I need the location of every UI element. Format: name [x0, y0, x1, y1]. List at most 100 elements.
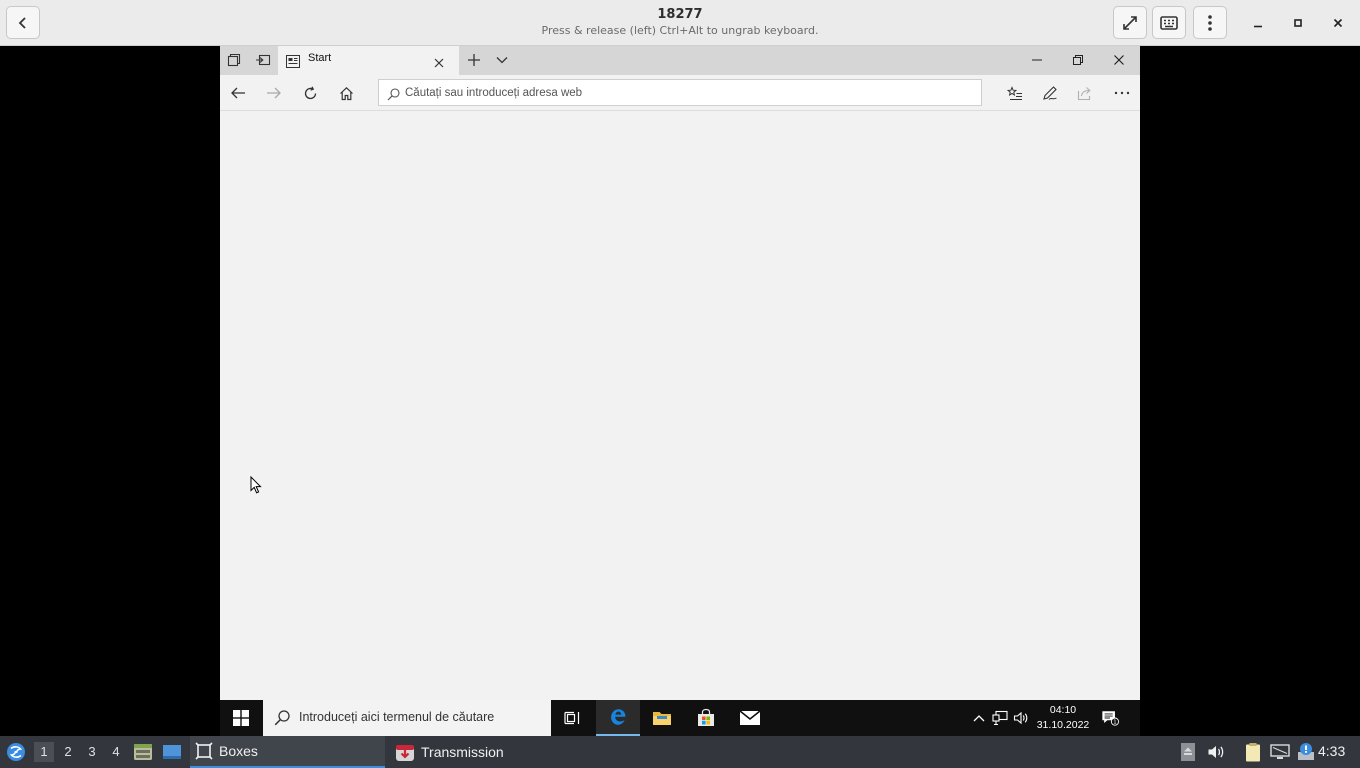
store-icon: [698, 708, 714, 726]
edge-logo-icon: [611, 709, 626, 725]
search-icon: [274, 710, 290, 730]
mail-button[interactable]: [728, 700, 772, 736]
eject-tray-icon[interactable]: [1178, 742, 1198, 762]
store-button[interactable]: [684, 700, 728, 736]
file-cabinet-icon: [134, 744, 152, 760]
tab-preview-button[interactable]: [493, 51, 511, 69]
close-icon: [1114, 55, 1124, 65]
taskbar-search-box[interactable]: Introduceți aici termenul de căutare: [263, 700, 551, 736]
workspace-3[interactable]: 3: [82, 742, 102, 762]
refresh-icon: [304, 86, 316, 99]
favorites-button[interactable]: [1005, 83, 1025, 103]
windows-taskbar: Introduceți aici termenul de căutare 04:…: [220, 700, 1140, 736]
task-transmission[interactable]: Transmission: [392, 736, 592, 768]
network-icon: [992, 710, 1008, 726]
home-button[interactable]: [336, 83, 356, 103]
menu-button[interactable]: [1193, 6, 1227, 39]
clock-date: 31.10.2022: [1036, 719, 1090, 731]
home-icon: [339, 86, 353, 100]
tab-label: Start: [308, 52, 332, 64]
restore-tabs-icon: [256, 54, 271, 66]
minimize-icon: [1032, 59, 1042, 61]
keyboard-button[interactable]: [1152, 6, 1186, 39]
distro-logo-icon: [7, 743, 25, 761]
close-button[interactable]: [1327, 12, 1349, 34]
forward-button[interactable]: [264, 83, 284, 103]
settings-more-button[interactable]: [1112, 83, 1132, 103]
task-boxes[interactable]: Boxes: [190, 736, 385, 768]
page-icon: [286, 53, 300, 72]
updates-tray-icon[interactable]: [1296, 742, 1316, 762]
workspace-4[interactable]: 4: [106, 742, 126, 762]
address-bar[interactable]: [378, 79, 982, 106]
minimize-icon: [1254, 25, 1262, 28]
transmission-app-icon: [395, 742, 415, 762]
file-explorer-button[interactable]: [640, 700, 684, 736]
display-tray-icon[interactable]: [1270, 742, 1290, 762]
tab-start[interactable]: Start: [278, 46, 459, 75]
chevron-up-icon: [973, 715, 985, 722]
volume-tray-icon[interactable]: [1206, 742, 1226, 762]
edge-minimize-button[interactable]: [1028, 51, 1046, 69]
favorites-icon: [1007, 85, 1022, 100]
edge-close-button[interactable]: [1110, 51, 1128, 69]
notification-icon: 1: [1102, 711, 1119, 726]
arrow-right-icon: [267, 87, 281, 99]
network-tray-button[interactable]: [991, 709, 1009, 727]
page-content[interactable]: [220, 111, 1140, 700]
fullscreen-button[interactable]: [1113, 6, 1147, 39]
start-button[interactable]: [220, 700, 262, 736]
volume-tray-button[interactable]: [1012, 709, 1030, 727]
maximize-button[interactable]: [1287, 12, 1309, 34]
tab-close-icon[interactable]: [433, 54, 447, 68]
minimize-button[interactable]: [1247, 12, 1269, 34]
show-desktop-icon: [163, 745, 181, 759]
boxes-app-icon: [195, 742, 213, 760]
app-menu-button[interactable]: [6, 742, 26, 762]
vm-display[interactable]: Start Căutați sau introduceți adresa web…: [0, 46, 1360, 736]
share-button[interactable]: [1075, 83, 1095, 103]
back-button[interactable]: [228, 83, 248, 103]
refresh-button[interactable]: [300, 83, 320, 103]
svg-text:1: 1: [1113, 720, 1116, 726]
set-tabs-aside-button[interactable]: [225, 51, 243, 69]
tabs-aside-icon: [227, 53, 241, 67]
speaker-icon: [1013, 711, 1028, 725]
pen-icon: [1043, 86, 1057, 100]
kebab-menu-icon: [1208, 14, 1212, 31]
clipboard-tray-icon[interactable]: [1243, 742, 1263, 762]
restore-icon: [1073, 55, 1083, 65]
action-center-button[interactable]: 1: [1101, 709, 1119, 727]
desktop-launcher[interactable]: [162, 742, 182, 762]
boxes-header-bar: 18277 Press & release (left) Ctrl+Alt to…: [0, 0, 1360, 46]
edge-restore-button[interactable]: [1069, 51, 1087, 69]
panel-clock[interactable]: 4:33: [1318, 743, 1345, 759]
share-icon: [1077, 86, 1091, 100]
folder-icon: [653, 712, 671, 725]
new-tab-button[interactable]: [465, 51, 483, 69]
taskbar-clock[interactable]: 04:10 31.10.2022: [1032, 703, 1094, 733]
windows-logo-icon: [233, 710, 249, 726]
clock-time: 04:10: [1049, 704, 1077, 716]
web-notes-button[interactable]: [1040, 83, 1060, 103]
task-view-icon: [564, 711, 580, 725]
tabs-set-aside-button[interactable]: [254, 51, 272, 69]
fullscreen-icon: [1123, 15, 1137, 30]
keyboard-icon: [1160, 15, 1178, 30]
task-view-button[interactable]: [550, 700, 594, 736]
file-manager-launcher[interactable]: [133, 742, 153, 762]
host-panel: 1 2 3 4 Boxes Transmission 4:33: [0, 736, 1360, 768]
windows-desktop: Start Căutați sau introduceți adresa web…: [220, 46, 1140, 736]
edge-taskbar-button[interactable]: [596, 700, 640, 736]
show-hidden-icons-button[interactable]: [970, 709, 988, 727]
edge-tab-bar: Start: [220, 46, 1140, 75]
arrow-left-icon: [231, 87, 245, 99]
chevron-down-icon: [496, 57, 508, 64]
mail-icon: [739, 710, 761, 725]
close-icon: [1333, 18, 1343, 28]
search-icon: [387, 86, 400, 105]
search-placeholder: Introduceți aici termenul de căutare: [299, 710, 495, 724]
workspace-2[interactable]: 2: [58, 742, 78, 762]
workspace-1[interactable]: 1: [34, 742, 54, 762]
address-input[interactable]: [405, 85, 965, 101]
